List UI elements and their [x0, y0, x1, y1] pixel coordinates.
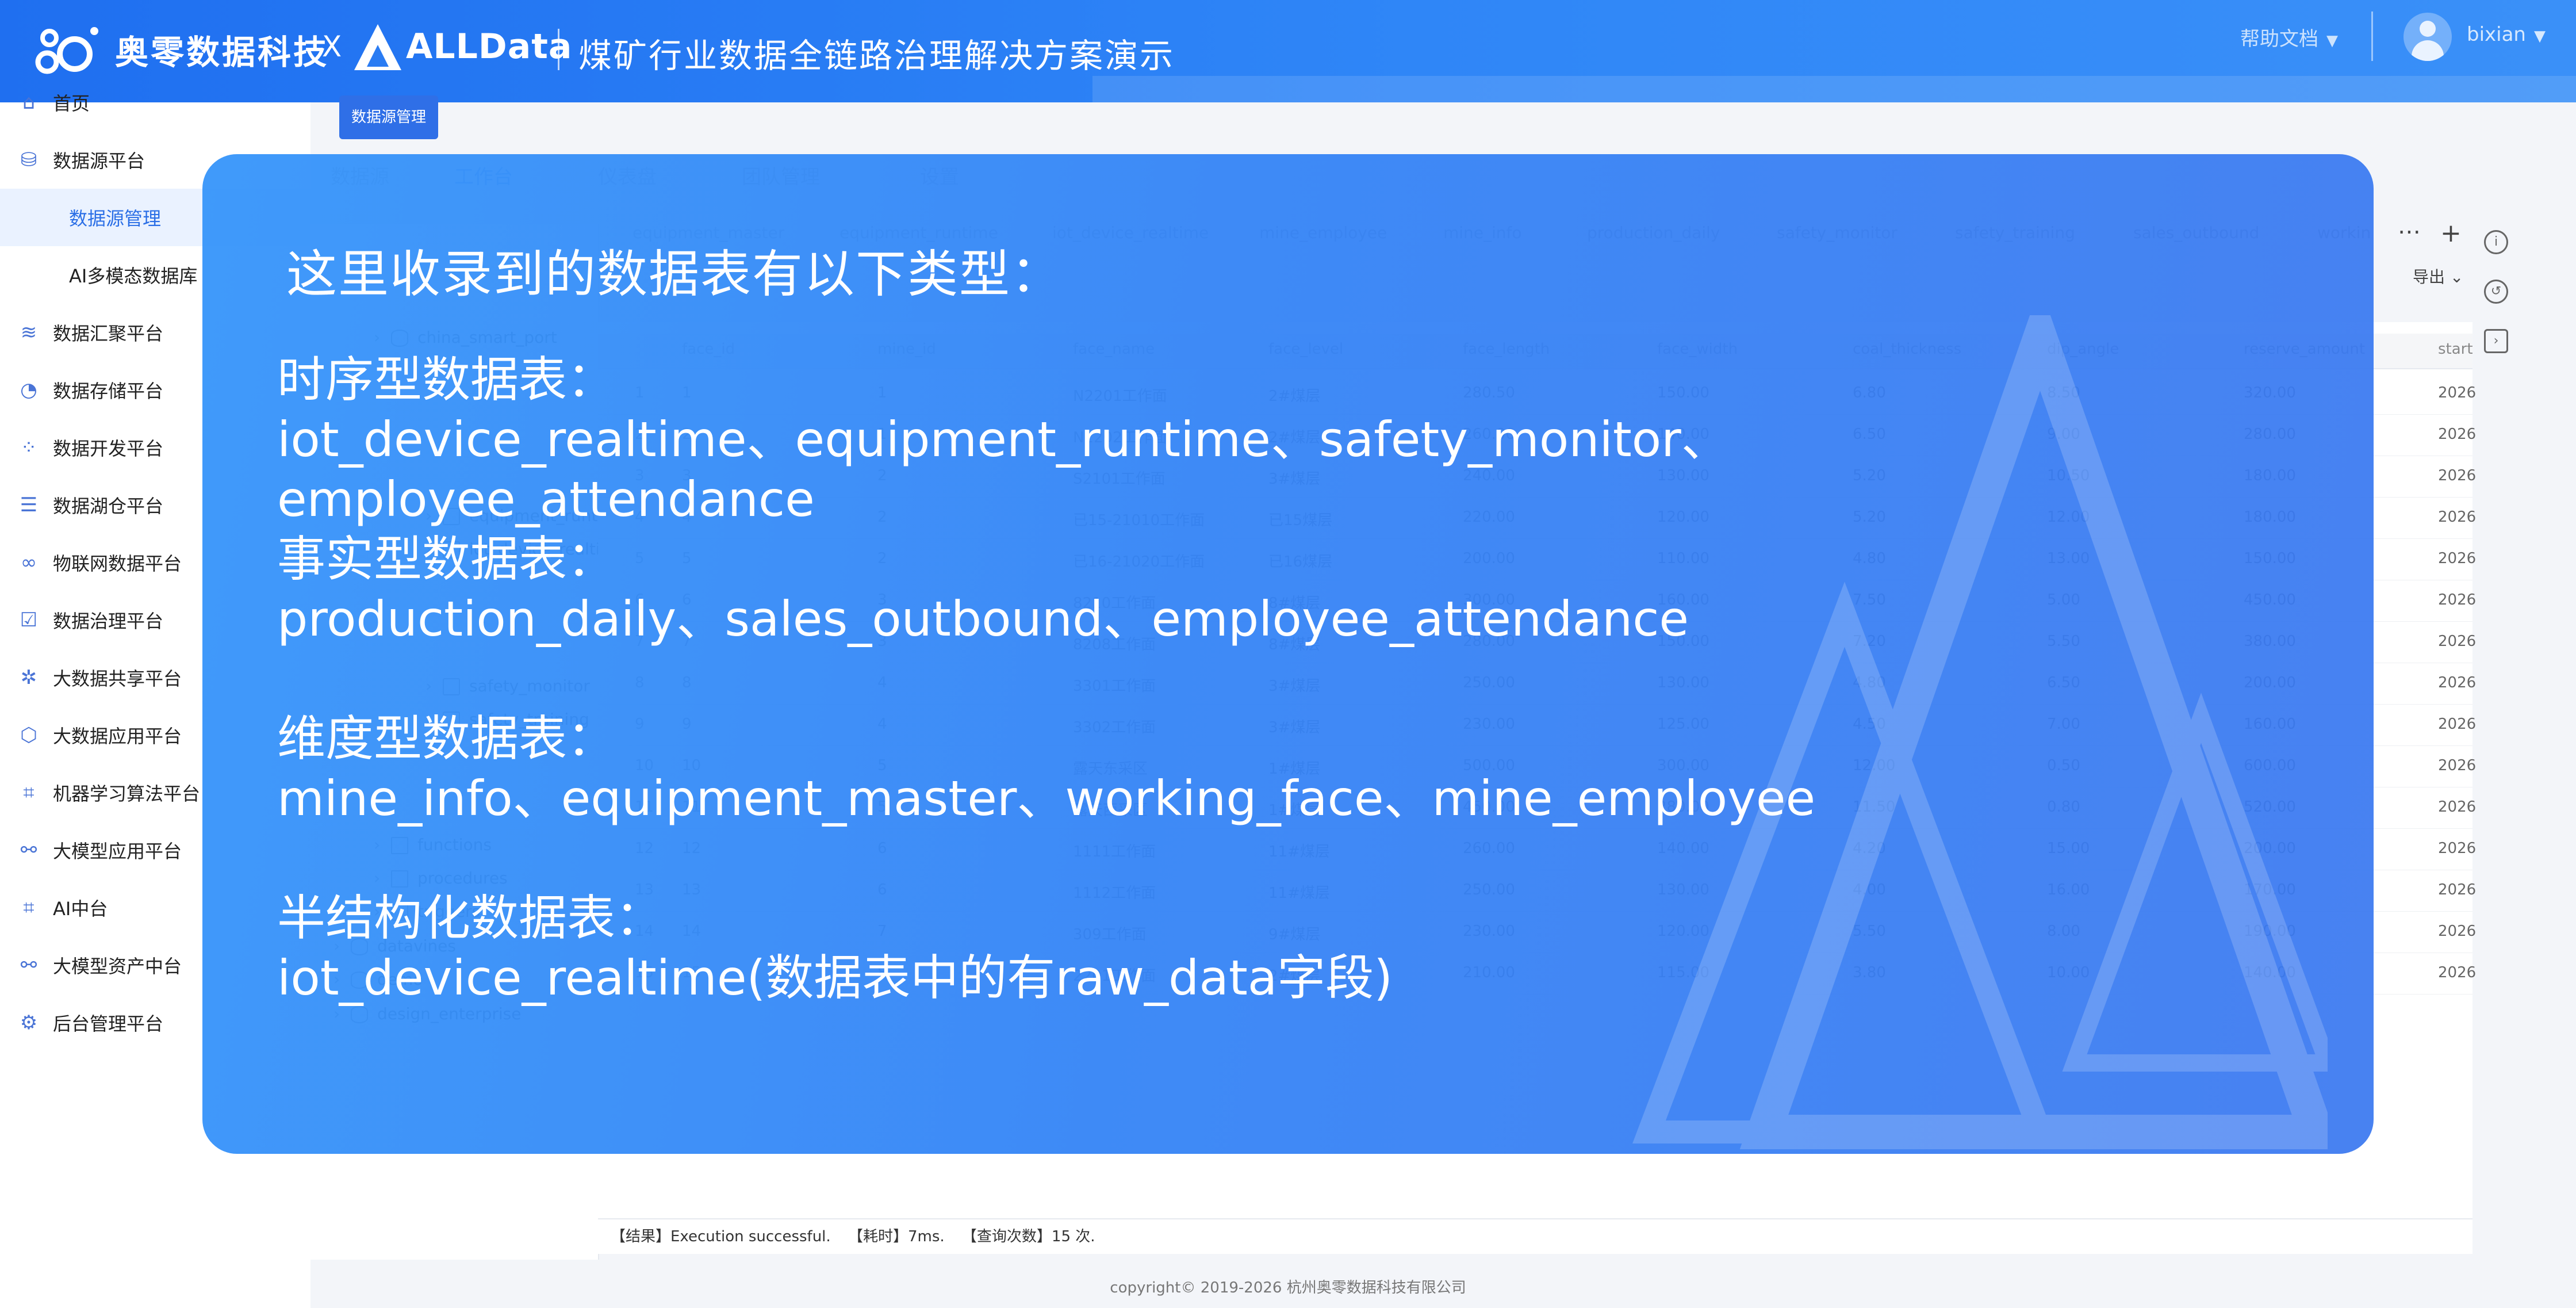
table-type-list: mine_info、equipment_master、working_face、…: [277, 770, 1816, 827]
table-cell: 2026: [2438, 757, 2477, 774]
table-cell: 2026: [2438, 716, 2477, 733]
table-type-list: production_daily、sales_outbound、employee…: [277, 591, 1689, 647]
avatar[interactable]: [2404, 13, 2452, 61]
asset-icon: ⚯: [20, 954, 37, 977]
sidebar-item-label: 数据汇聚平台: [53, 323, 164, 345]
app-header: 奥零数据科技 X ALLData 煤矿行业数据全链路治理解决方案演示 帮助文档 ▼…: [0, 0, 2576, 102]
aoling-logo-icon: [35, 27, 98, 74]
status-result: 【结果】Execution successful.: [611, 1228, 831, 1245]
table-cell: 2026: [2438, 508, 2477, 526]
table-cell: 2026: [2438, 798, 2477, 816]
sidebar-item-label: 数据治理平台: [53, 610, 164, 632]
share-icon: ✲: [20, 666, 37, 689]
stack-icon: ☰: [20, 494, 38, 517]
header-user-divider: [2371, 12, 2373, 61]
table-cell: 2026: [2438, 674, 2477, 691]
sidebar-item-0[interactable]: ⌂ 首页: [0, 74, 310, 131]
sidebar-item-label: 数据存储平台: [53, 380, 164, 402]
table-type-section: 半结构化数据表： iot_device_realtime(数据表中的有raw_da…: [277, 888, 1393, 1008]
user-body-icon: [2412, 40, 2444, 61]
user-head-icon: [2420, 21, 2436, 37]
sidebar-item-label: AI中台: [53, 898, 108, 920]
help-docs-menu[interactable]: 帮助文档 ▼: [2240, 23, 2338, 51]
table-cell: 2026: [2438, 467, 2477, 484]
sidebar-item-label: 大数据共享平台: [53, 668, 182, 690]
table-cell: 2026: [2438, 633, 2477, 650]
sidebar-item-label: 大模型资产中台: [53, 955, 182, 977]
ai-icon: ⌗: [23, 896, 34, 919]
grid-icon: ⁘: [20, 436, 37, 459]
right-toolbar: i ↺ ›: [2484, 230, 2509, 378]
settings-icon: ⚙: [20, 1011, 38, 1034]
table-cell: 2026: [2438, 923, 2477, 940]
sidebar-item-label: 首页: [53, 93, 90, 114]
export-button[interactable]: 导出 ⌄: [2413, 265, 2463, 288]
table-cell: 2026: [2438, 840, 2477, 857]
table-types-overlay: 这里收录到的数据表有以下类型： 时序型数据表： iot_device_realti…: [202, 154, 2374, 1154]
sidebar-item-label: 数据开发平台: [53, 438, 164, 460]
table-type-section: 事实型数据表： production_daily、sales_outbound、e…: [277, 529, 1689, 649]
page-title: 煤矿行业数据全链路治理解决方案演示: [578, 36, 1175, 75]
header-divider: [558, 29, 559, 70]
table-type-label: 维度型数据表：: [277, 710, 616, 767]
home-icon: ⌂: [22, 91, 35, 114]
history-icon[interactable]: ↺: [2484, 280, 2508, 304]
info-icon[interactable]: i: [2484, 230, 2508, 254]
table-type-list: iot_device_realtime、equipment_runtime、sa…: [277, 411, 1730, 468]
terminal-icon[interactable]: ›: [2484, 329, 2508, 353]
export-label: 导出: [2413, 267, 2445, 286]
user-name: bixian: [2467, 23, 2526, 46]
column-header[interactable]: start: [2438, 341, 2473, 358]
status-time: 【耗时】7ms.: [848, 1228, 945, 1245]
table-type-label: 事实型数据表：: [277, 531, 616, 587]
sidebar-item-label: 数据源管理: [69, 208, 162, 230]
network-icon: ⚯: [20, 839, 37, 862]
help-docs-label: 帮助文档: [2240, 28, 2318, 51]
sidebar-item-label: 数据湖仓平台: [53, 495, 164, 517]
table-cell: 2026: [2438, 426, 2477, 443]
sidebar-item-label: 大数据应用平台: [53, 725, 182, 747]
table-type-section: 时序型数据表： iot_device_realtime、equipment_run…: [277, 350, 1730, 529]
overlay-heading: 这里收录到的数据表有以下类型：: [286, 244, 1063, 304]
alldata-logo-icon: [354, 24, 401, 70]
chart-icon: ◔: [20, 378, 37, 401]
partner-name: ALLData: [406, 26, 573, 67]
caret-down-icon: ▼: [2326, 32, 2338, 49]
sidebar-item-label: 大模型应用平台: [53, 840, 182, 862]
query-status-bar: 【结果】Execution successful. 【耗时】7ms. 【查询次数…: [598, 1218, 2472, 1254]
more-tabs-icon[interactable]: ⋯: [2398, 219, 2421, 245]
caret-down-icon: ▼: [2533, 28, 2546, 45]
sidebar-item-label: 后台管理平台: [53, 1013, 164, 1035]
table-type-list: iot_device_realtime(数据表中的有raw_data字段): [277, 950, 1393, 1006]
check-icon: ☑: [20, 609, 38, 632]
status-count: 【查询次数】15 次.: [961, 1228, 1095, 1245]
table-cell: 2026: [2438, 881, 2477, 898]
table-type-section: 维度型数据表： mine_info、equipment_master、workin…: [277, 709, 1815, 828]
brand-name: 奥零数据科技: [115, 33, 329, 72]
table-type-label: 半结构化数据表：: [277, 890, 664, 946]
table-type-list: employee_attendance: [277, 471, 815, 527]
link-icon: ∞: [20, 551, 37, 574]
add-tab-icon[interactable]: +: [2440, 219, 2462, 248]
sidebar-item-label: AI多模态数据库: [69, 265, 198, 287]
partner-separator: X: [322, 30, 342, 63]
sidebar-item-label: 物联网数据平台: [53, 553, 182, 575]
sidebar-item-label: 数据源平台: [53, 150, 145, 172]
table-cell: 2026: [2438, 591, 2477, 609]
breadcrumb-tag[interactable]: 数据源管理: [339, 95, 438, 139]
table-type-label: 时序型数据表：: [277, 351, 616, 408]
sidebar-item-label: 机器学习算法平台: [53, 783, 201, 805]
database-icon: ⛁: [20, 148, 37, 171]
layers-icon: ≋: [20, 321, 37, 344]
user-menu[interactable]: bixian ▼: [2467, 23, 2546, 46]
table-cell: 2026: [2438, 964, 2477, 981]
table-cell: 2026: [2438, 550, 2477, 567]
copyright-footer: copyright© 2019-2026 杭州奥零数据科技有限公司: [1110, 1279, 1466, 1296]
cube-icon: ⬡: [20, 724, 37, 747]
table-cell: 2026: [2438, 384, 2477, 401]
algorithm-icon: ⌗: [23, 781, 34, 804]
